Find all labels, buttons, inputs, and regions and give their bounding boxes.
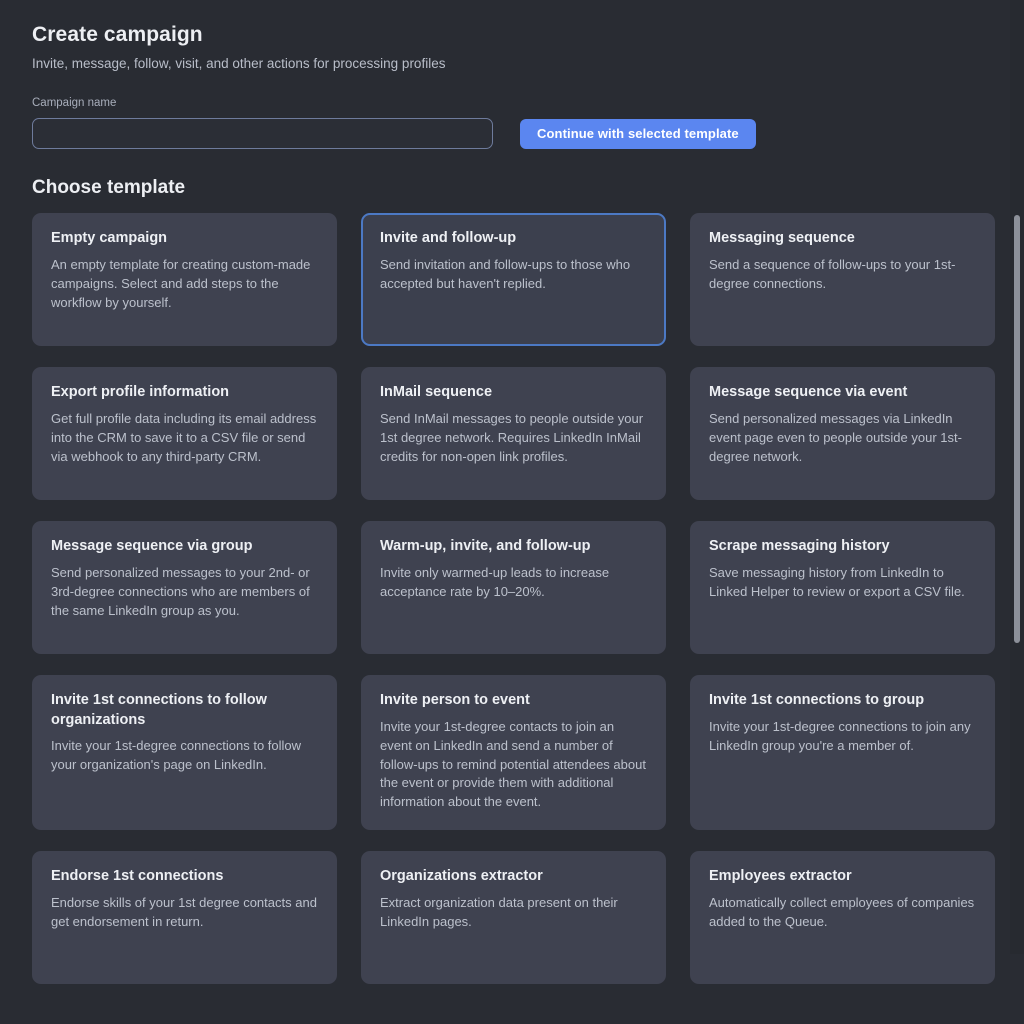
template-card-title: Empty campaign xyxy=(51,230,168,247)
template-card-description: Send InMail messages to people outside y… xyxy=(380,410,644,464)
template-card[interactable]: Endorse 1st connections Endorse skills of… xyxy=(32,851,337,985)
template-card-title: Message sequence via group xyxy=(51,538,253,555)
template-card[interactable]: InMail sequence Send InMail messages to p… xyxy=(361,367,666,501)
campaign-form-row: Campaign name Continue with selected tem… xyxy=(32,97,992,149)
template-card-title: Invite and follow-up xyxy=(380,230,517,247)
page-scrollbar-track[interactable] xyxy=(1010,0,1024,954)
template-card[interactable]: Message sequence via event Send personali… xyxy=(690,367,995,501)
template-card-description: Save messaging history from LinkedIn to … xyxy=(709,564,965,599)
template-card[interactable]: Warm-up, invite, and follow-up Invite onl… xyxy=(361,521,666,655)
template-card-description: Send a sequence of follow-ups to your 1s… xyxy=(709,256,956,291)
template-card-description: Endorse skills of your 1st degree contac… xyxy=(51,894,317,929)
template-card-description: Invite your 1st-degree connections to jo… xyxy=(709,718,971,753)
page-title: Create campaign xyxy=(32,23,203,46)
template-card-title: Endorse 1st connections xyxy=(51,868,224,885)
template-card-title: Organizations extractor xyxy=(380,868,543,885)
template-card[interactable]: Invite person to event Invite your 1st-de… xyxy=(361,675,666,831)
template-card-title: InMail sequence xyxy=(380,384,493,401)
campaign-name-input[interactable] xyxy=(32,117,493,149)
template-card[interactable]: Organizations extractor Extract organizat… xyxy=(361,851,666,985)
choose-template-heading: Choose template xyxy=(32,176,186,198)
template-card[interactable]: Export profile information Get full profi… xyxy=(32,367,337,501)
template-card-title: Messaging sequence xyxy=(709,230,855,247)
page-content: Create campaign Invite, message, follow,… xyxy=(0,0,1024,1024)
template-card-description: An empty template for creating custom-ma… xyxy=(51,256,311,310)
page-subtitle: Invite, message, follow, visit, and othe… xyxy=(32,56,446,72)
template-card-title: Warm-up, invite, and follow-up xyxy=(380,538,591,555)
template-grid: Empty campaign An empty template for crea… xyxy=(32,213,995,1024)
campaign-name-field-group: Campaign name xyxy=(32,97,493,149)
template-card[interactable]: Empty campaign An empty template for crea… xyxy=(32,213,337,347)
template-card-description: Extract organization data present on the… xyxy=(380,894,618,929)
template-card-title: Export profile information xyxy=(51,384,230,401)
template-card-description: Invite only warmed-up leads to increase … xyxy=(380,564,610,599)
template-card-description: Invite your 1st-degree connections to fo… xyxy=(51,738,302,773)
template-card-description: Automatically collect employees of compa… xyxy=(709,894,975,929)
template-card-description: Invite your 1st-degree contacts to join … xyxy=(380,718,646,810)
template-card-title: Invite 1st connections to group xyxy=(709,692,925,709)
template-card[interactable]: Scrape messaging history Save messaging h… xyxy=(690,521,995,655)
create-campaign-page: Create campaign Invite, message, follow,… xyxy=(0,0,1024,985)
campaign-name-label: Campaign name xyxy=(32,96,117,109)
page-scrollbar-thumb[interactable] xyxy=(1014,215,1020,643)
template-card[interactable]: Employees extractor Automatically collect… xyxy=(690,851,995,985)
template-card[interactable]: Invite 1st connections to follow organiz… xyxy=(32,675,337,831)
template-card-title: Invite person to event xyxy=(380,692,530,709)
template-card-description: Send personalized messages to your 2nd- … xyxy=(51,564,310,618)
continue-with-selected-template-button[interactable]: Continue with selected template xyxy=(520,118,756,149)
template-card-description: Get full profile data including its emai… xyxy=(51,410,317,464)
template-card-description: Send personalized messages via LinkedIn … xyxy=(709,410,962,464)
template-card[interactable]: Messaging sequence Send a sequence of fol… xyxy=(690,213,995,347)
template-card[interactable]: Invite 1st connections to group Invite yo… xyxy=(690,675,995,831)
template-card[interactable]: Invite and follow-up Send invitation and … xyxy=(361,213,666,347)
template-card-title: Employees extractor xyxy=(709,868,852,885)
template-card-description: Send invitation and follow-ups to those … xyxy=(380,256,631,291)
template-card-title: Scrape messaging history xyxy=(709,538,890,555)
template-card-title: Invite 1st connections to follow organiz… xyxy=(51,692,267,728)
template-card[interactable]: Message sequence via group Send personali… xyxy=(32,521,337,655)
template-card-title: Message sequence via event xyxy=(709,384,908,401)
